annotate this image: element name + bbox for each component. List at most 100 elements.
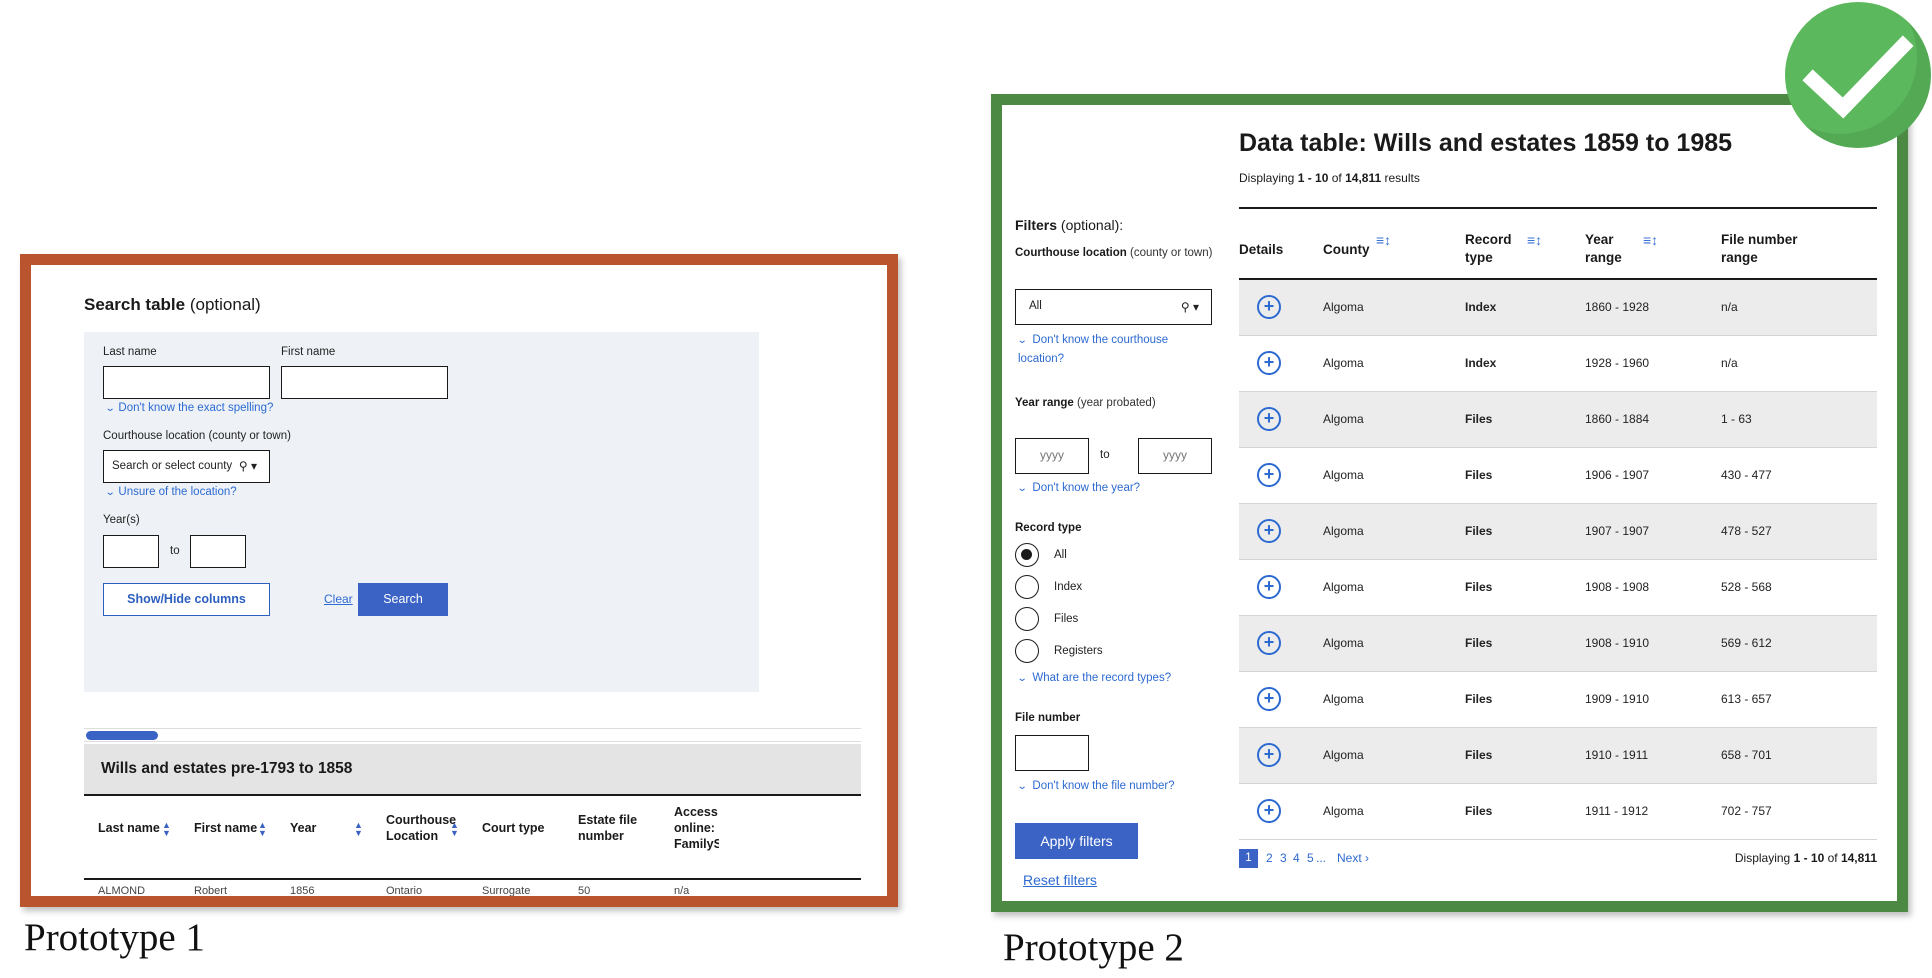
first-name-label: First name (281, 346, 336, 358)
col-header-last-name[interactable]: Last name (98, 820, 160, 836)
scrollbar-thumb[interactable] (86, 731, 158, 740)
table-caption: Wills and estates pre-1793 to 1858 (84, 744, 861, 796)
show-hide-columns-button[interactable]: Show/Hide columns (103, 583, 270, 616)
page-link-3[interactable]: 3 (1280, 851, 1287, 865)
displaying-total: 14,811 (1345, 171, 1382, 185)
expand-details-icon[interactable]: + (1257, 799, 1281, 823)
expand-details-icon[interactable]: + (1257, 351, 1281, 375)
expand-details-icon[interactable]: + (1257, 631, 1281, 655)
table-row: + Algoma Files 1906 - 1907 430 - 477 (1239, 448, 1877, 504)
expand-details-icon[interactable]: + (1257, 463, 1281, 487)
file-number-input[interactable] (1015, 735, 1089, 771)
col-access-online-text: Access online: FamilyS (674, 805, 719, 851)
cell-year-range: 1860 - 1928 (1585, 300, 1650, 314)
year-hint-link[interactable]: ⌄ Don't know the year? (1016, 479, 1140, 498)
county-placeholder: Search or select county (112, 460, 233, 472)
col-header-year[interactable]: Year (290, 820, 316, 836)
expand-details-icon[interactable]: + (1257, 519, 1281, 543)
results-summary-bottom: Displaying 1 - 10 of 14,811 (1720, 851, 1877, 865)
record-type-label: Record type (1015, 522, 1082, 534)
last-name-input[interactable] (103, 366, 270, 399)
expand-details-icon[interactable]: + (1257, 407, 1281, 431)
table-row: + Algoma Files 1907 - 1907 478 - 527 (1239, 504, 1877, 560)
chevron-down-icon: ⌄ (1016, 483, 1028, 494)
courthouse-hint-link[interactable]: ⌄ Don't know the courthouse location? (1017, 331, 1208, 369)
radio-registers-label: Registers (1054, 645, 1103, 657)
horizontal-scrollbar[interactable] (84, 728, 861, 742)
sort-icon[interactable]: ≡↕ (1643, 232, 1658, 248)
cell-record-type: Index (1465, 356, 1497, 370)
cell-file-range: 1 - 63 (1721, 412, 1752, 426)
cell-county: Algoma (1323, 804, 1364, 818)
col-last-name-text: Last name (98, 821, 160, 835)
filters-heading: Filters (optional): (1015, 217, 1123, 233)
first-name-input[interactable] (281, 366, 448, 399)
page-link-5[interactable]: 5 (1307, 851, 1314, 865)
year-to-input[interactable] (190, 535, 246, 568)
sort-icon[interactable]: ▲ ▼ (162, 821, 171, 838)
cell-estate-file: 50 (578, 885, 591, 897)
cell-record-type: Files (1465, 636, 1493, 650)
expand-details-icon[interactable]: + (1257, 575, 1281, 599)
expand-details-icon[interactable]: + (1257, 687, 1281, 711)
search-title-optional: (optional) (189, 295, 261, 314)
county-select[interactable]: Search or select county ⚲ ▾ (103, 450, 270, 483)
year-from-input[interactable]: yyyy (1015, 438, 1089, 474)
page-link-2[interactable]: 2 (1266, 851, 1273, 865)
expand-details-icon[interactable]: + (1257, 295, 1281, 319)
apply-filters-button[interactable]: Apply filters (1015, 823, 1138, 859)
year-from-input[interactable] (103, 535, 159, 568)
sort-icon[interactable]: ▲ ▼ (354, 821, 363, 838)
sort-icon[interactable]: ≡↕ (1376, 232, 1391, 248)
to-label: to (1100, 449, 1110, 461)
sort-icon[interactable]: ≡↕ (1527, 232, 1542, 248)
col-header-file-range: File number range (1721, 232, 1798, 265)
location-hint-link[interactable]: ⌄ Unsure of the location? (104, 486, 237, 498)
col-header-county[interactable]: County (1323, 241, 1370, 259)
cell-record-type: Files (1465, 412, 1493, 426)
radio-all[interactable] (1015, 543, 1039, 567)
radio-registers[interactable] (1015, 639, 1039, 663)
radio-files-label: Files (1054, 613, 1079, 625)
expand-details-icon[interactable]: + (1257, 743, 1281, 767)
col-header-estate-file: Estate file number (578, 812, 648, 844)
prototype-1-caption: Prototype 1 (24, 916, 205, 959)
chevron-down-icon: ⌄ (104, 487, 116, 498)
clear-link[interactable]: Clear (324, 592, 353, 606)
col-year-text: Year (290, 821, 317, 835)
displaying-of: of (1331, 171, 1342, 185)
next-page-link[interactable]: Next › (1337, 851, 1369, 865)
record-type-hint-link[interactable]: ⌄ What are the record types? (1017, 669, 1172, 688)
prototype-2-frame: Data table: Wills and estates 1859 to 19… (991, 94, 1908, 912)
cell-record-type: Files (1465, 524, 1493, 538)
county-filter-select[interactable]: All ⚲ ▾ (1015, 289, 1212, 325)
courthouse-label: Courthouse location (county or town) (103, 430, 291, 442)
col-header-year-range[interactable]: Year range (1585, 231, 1635, 267)
col-header-first-name[interactable]: First name (194, 820, 257, 836)
page-link-4[interactable]: 4 (1293, 851, 1300, 865)
search-button[interactable]: Search (358, 583, 448, 616)
search-dropdown-icon: ⚲ ▾ (1180, 300, 1199, 314)
years-label: Year(s) (103, 514, 140, 526)
reset-filters-link[interactable]: Reset filters (1023, 872, 1097, 888)
cell-year: 1856 (290, 885, 315, 897)
record-type-hint-text: What are the record types? (1032, 672, 1172, 684)
year-range-label: Year range (year probated) (1015, 395, 1165, 412)
cell-access-online: n/a (674, 885, 690, 897)
page-current[interactable]: 1 (1239, 849, 1258, 868)
table-row: + Algoma Files 1908 - 1910 569 - 612 (1239, 616, 1877, 672)
cell-year-range: 1907 - 1907 (1585, 524, 1650, 538)
table-row: + Algoma Files 1908 - 1908 528 - 568 (1239, 560, 1877, 616)
spelling-hint-link[interactable]: ⌄ Don't know the exact spelling? (105, 402, 274, 414)
cell-year-range: 1908 - 1908 (1585, 580, 1650, 594)
displaying-of: of (1827, 851, 1838, 865)
col-header-courthouse[interactable]: Courthouse Location (386, 812, 456, 844)
year-to-input[interactable]: yyyy (1138, 438, 1212, 474)
file-number-hint-link[interactable]: ⌄ Don't know the file number? (1017, 777, 1175, 796)
cell-county: Algoma (1323, 524, 1364, 538)
cell-file-range: n/a (1721, 300, 1738, 314)
sort-icon[interactable]: ▲ ▼ (450, 821, 459, 838)
radio-files[interactable] (1015, 607, 1039, 631)
radio-index[interactable] (1015, 575, 1039, 599)
sort-icon[interactable]: ▲ ▼ (258, 821, 267, 838)
